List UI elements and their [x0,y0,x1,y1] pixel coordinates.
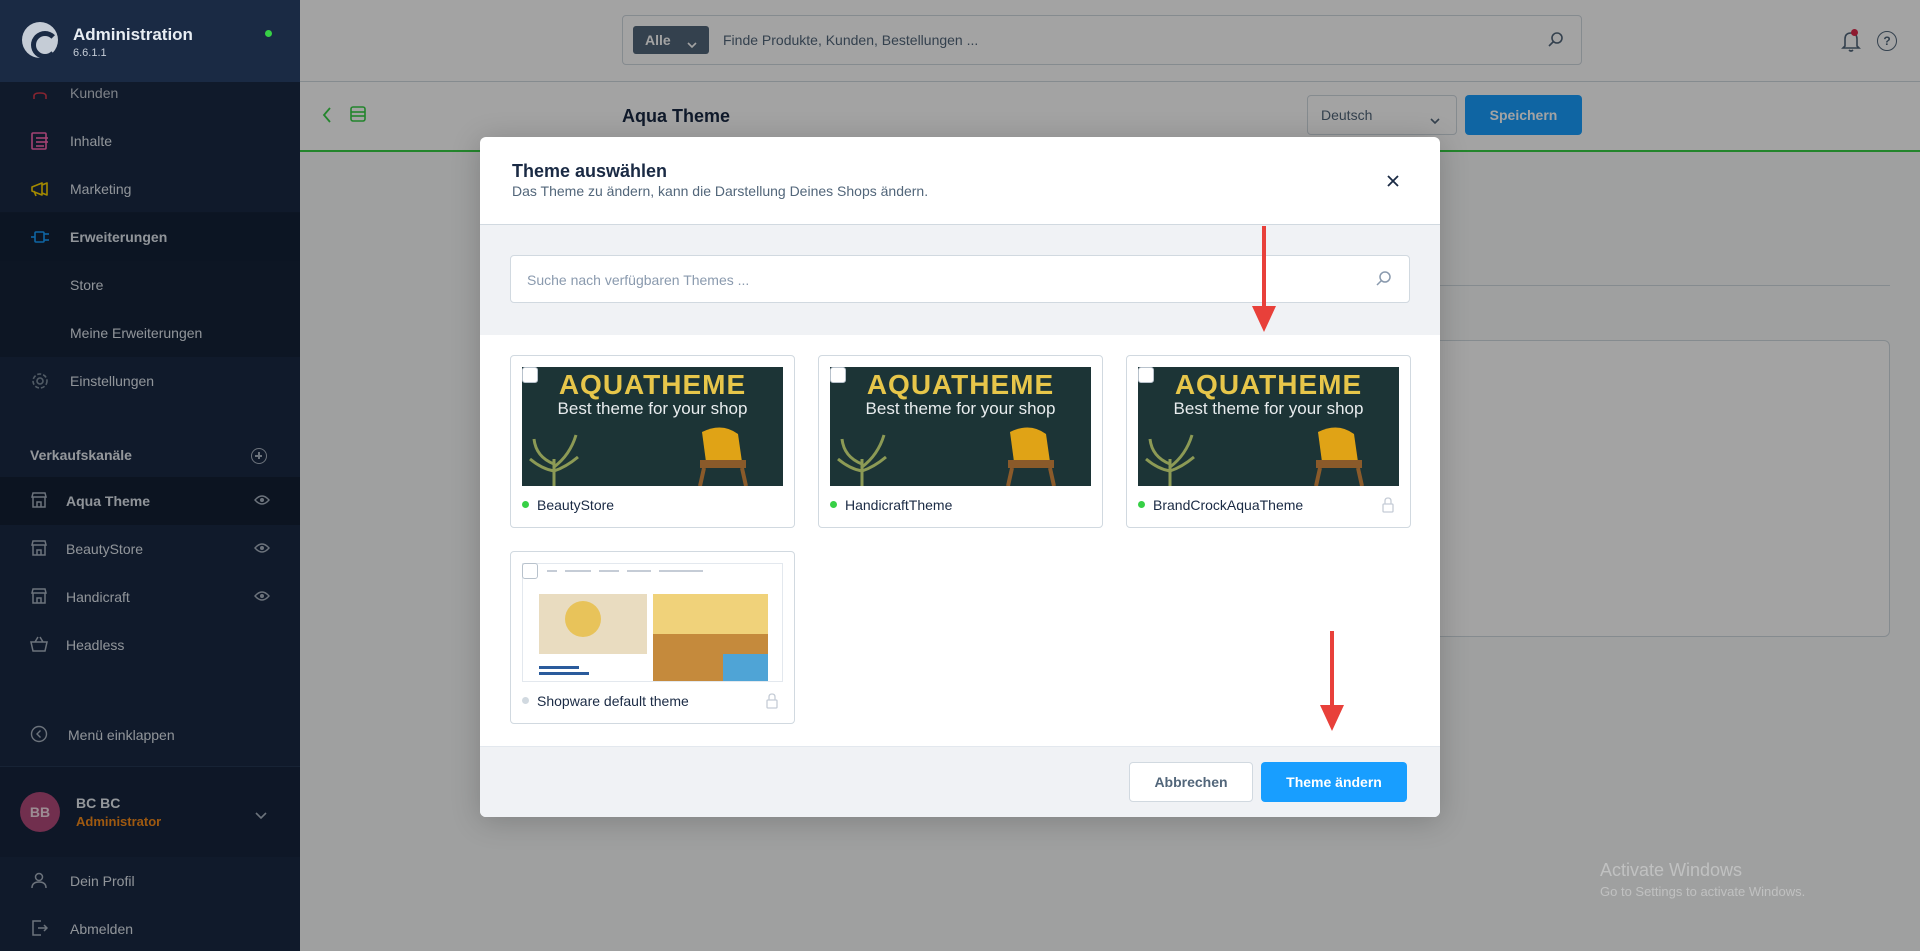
banner-subtitle: Best theme for your shop [865,399,1056,418]
theme-preview-image [522,563,783,682]
annotation-arrow-down [1252,226,1276,332]
theme-search-input[interactable] [527,270,1347,290]
shopware-logo[interactable] [22,22,59,59]
annotation-arrow-down [1320,631,1344,731]
theme-card-brandcrockaquatheme[interactable]: AQUATHEME Best theme for your shop Brand… [1126,355,1411,528]
theme-card-beautystore[interactable]: AQUATHEME Best theme for your shop Beaut… [510,355,795,528]
change-theme-button[interactable]: Theme ändern [1261,762,1407,802]
close-icon[interactable] [1383,171,1403,191]
chair-graphic [1308,422,1370,486]
lock-icon [766,693,778,714]
theme-preview-image: AQUATHEME Best theme for your shop [522,367,783,486]
theme-name: BrandCrockAquaTheme [1153,497,1304,513]
theme-name: Shopware default theme [537,693,689,709]
plant-graphic [1144,429,1196,486]
plant-graphic [836,429,888,486]
windows-watermark-title: Activate Windows [1600,860,1743,880]
theme-checkbox[interactable] [522,367,538,383]
theme-name: HandicraftTheme [845,497,953,513]
theme-checkbox[interactable] [1138,367,1154,383]
theme-status-dot [830,501,837,508]
banner-subtitle: Best theme for your shop [1173,399,1364,418]
chair-graphic [1000,422,1062,486]
modal-footer: Abbrechen Theme ändern [480,746,1440,817]
banner-title: AQUATHEME [1174,369,1363,400]
theme-checkbox[interactable] [522,563,538,579]
theme-status-dot [1138,501,1145,508]
plant-graphic [528,429,580,486]
theme-select-modal: Theme auswählen Das Theme zu ändern, kan… [480,137,1440,817]
banner-title: AQUATHEME [866,369,1055,400]
theme-checkbox[interactable] [830,367,846,383]
app-version: 6.6.1.1 [73,47,107,59]
search-icon[interactable] [1375,270,1393,293]
lock-icon [1382,497,1394,518]
theme-card-shopware-default[interactable]: Shopware default theme [510,551,795,724]
windows-watermark-subtitle: Go to Settings to activate Windows. [1600,884,1806,899]
banner-title: AQUATHEME [558,369,747,400]
theme-name: BeautyStore [537,497,615,513]
theme-preview-image: AQUATHEME Best theme for your shop [1138,367,1399,486]
app-title: Administration [73,25,193,44]
theme-preview-image: AQUATHEME Best theme for your shop [830,367,1091,486]
banner-subtitle: Best theme for your shop [557,399,748,418]
modal-title: Theme auswählen [512,161,668,181]
modal-subtitle: Das Theme zu ändern, kann die Darstellun… [512,183,929,199]
default-theme-preview-graphic [523,564,782,681]
theme-card-handicrafttheme[interactable]: AQUATHEME Best theme for your shop Handi… [818,355,1103,528]
sidebar-header: Administration 6.6.1.1 [0,0,300,82]
theme-status-dot [522,501,529,508]
modal-header: Theme auswählen Das Theme zu ändern, kan… [480,137,1440,225]
chair-graphic [692,422,754,486]
cancel-button[interactable]: Abbrechen [1129,762,1253,802]
online-status-dot [265,30,272,37]
theme-status-dot [522,697,529,704]
